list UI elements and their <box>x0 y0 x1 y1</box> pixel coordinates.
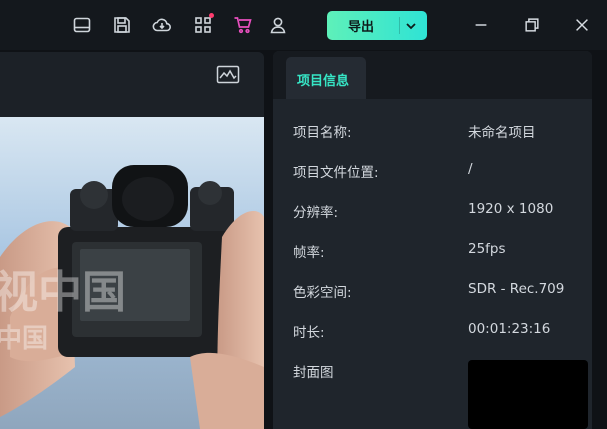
watermark-subtext: 中国 <box>0 324 48 354</box>
export-button[interactable]: 导出 <box>327 11 427 40</box>
notification-dot <box>209 13 214 18</box>
save-icon[interactable] <box>110 13 134 37</box>
preview-panel: 视中国 中国 <box>0 52 264 429</box>
cloud-sync-icon[interactable] <box>150 13 174 37</box>
tab-project-info[interactable]: 项目信息 <box>286 57 366 99</box>
export-divider <box>399 17 400 34</box>
layout-icon[interactable] <box>70 13 94 37</box>
cover-image-thumbnail[interactable] <box>468 360 588 429</box>
resolution-value: 1920 x 1080 <box>468 201 554 217</box>
video-frame[interactable]: 视中国 中国 <box>0 117 264 429</box>
preview-toolbar <box>0 52 264 117</box>
export-label: 导出 <box>348 20 375 35</box>
color-space-label: 色彩空间: <box>293 285 352 301</box>
frame-rate-value: 25fps <box>468 241 506 257</box>
user-icon[interactable] <box>266 13 290 37</box>
project-info-panel: 项目信息 项目名称: 未命名项目 项目文件位置: / 分辨率: 1920 x 1… <box>273 51 592 429</box>
watermark-text: 视中国 <box>0 267 126 318</box>
cart-icon[interactable] <box>231 13 255 37</box>
project-name-label: 项目名称: <box>293 125 352 141</box>
tab-strip: 项目信息 <box>273 51 592 99</box>
project-location-value: / <box>468 161 473 177</box>
frame-rate-label: 帧率: <box>293 245 325 261</box>
duration-label: 时长: <box>293 325 325 341</box>
cover-image-label: 封面图 <box>293 365 334 381</box>
project-location-label: 项目文件位置: <box>293 165 379 181</box>
apps-grid-icon[interactable] <box>191 13 215 37</box>
color-space-value: SDR - Rec.709 <box>468 281 565 297</box>
duration-value: 00:01:23:16 <box>468 321 551 337</box>
chevron-down-icon[interactable] <box>403 18 419 34</box>
waveform-scope-icon[interactable] <box>216 64 240 86</box>
close-icon[interactable] <box>570 13 594 37</box>
minimize-icon[interactable] <box>469 13 493 37</box>
resolution-label: 分辨率: <box>293 205 339 221</box>
restore-icon[interactable] <box>520 13 544 37</box>
tab-label: 项目信息 <box>297 74 350 89</box>
project-name-value: 未命名项目 <box>468 125 536 141</box>
title-bar: 导出 <box>0 0 607 50</box>
camera-photo: 视中国 中国 <box>0 117 264 429</box>
